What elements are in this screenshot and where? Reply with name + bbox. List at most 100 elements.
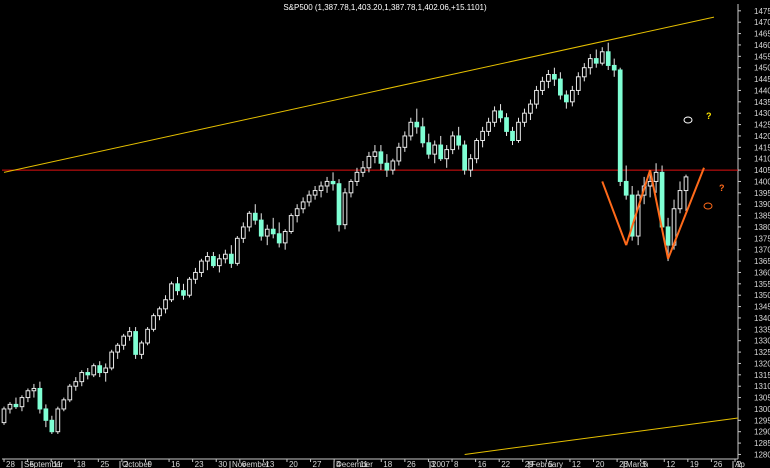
candle-body [342,192,348,226]
candle-body [605,51,611,66]
candle-body [246,212,252,228]
candle-body [240,226,246,239]
candle-body [193,271,198,280]
candle-body [97,365,103,374]
y-tick-label: 1450 [754,64,770,73]
candle-body [217,258,222,267]
candle-body [534,89,539,105]
candle-body [121,335,127,346]
y-tick-label: 1370 [754,246,770,255]
x-tick-label: 27 [313,460,322,468]
candle-body [336,183,342,226]
candle-body [306,194,312,203]
candle-body [145,328,150,344]
y-tick-label: 1325 [754,348,770,357]
candle-body [55,408,61,433]
candle-body [426,142,432,155]
candle-body [438,144,444,160]
candle-body [504,117,509,132]
candle-body [563,94,569,103]
candle-body [276,233,282,244]
candle-body [665,226,671,246]
month-label: September [24,460,63,468]
candle-body [402,135,408,148]
candle-body [366,155,372,169]
candle-body [91,365,97,376]
x-tick-label: 16 [171,460,180,468]
x-tick-label: 12 [572,460,581,468]
y-tick-label: 1430 [754,109,770,118]
annotation-circle-orange [703,202,713,210]
candle-body [480,130,485,141]
x-tick-label: 20 [596,460,605,468]
y-tick-label: 1390 [754,200,770,209]
candle-body [474,140,479,160]
candle-body [43,408,49,421]
x-tick-label: 23 [195,460,204,468]
y-tick-label: 1335 [754,325,770,334]
candle-body [73,381,79,387]
candle-body [390,160,396,171]
candle-body [396,146,402,162]
candle-body [552,74,557,80]
candle-body [13,403,19,408]
y-tick-label: 1280 [754,450,770,459]
y-tick-label: 1320 [754,359,770,368]
candle-body [157,308,162,317]
y-tick-label: 1345 [754,303,770,312]
candle-body [181,290,186,296]
candle-body [372,151,378,157]
candle-body [599,51,605,64]
candle-body [175,283,180,292]
x-tick-label: 16 [478,460,487,468]
question-mark-yellow: ? [706,111,712,121]
y-tick-label: 1295 [754,416,770,425]
candle-body [31,387,37,392]
candle-body [318,185,324,192]
candle-body [581,67,587,78]
candle-body [330,180,336,185]
candle-body [282,231,288,244]
x-tick-label: 26 [713,460,722,468]
y-tick-label: 1285 [754,439,770,448]
candle-body [587,58,593,69]
y-tick-label: 1380 [754,223,770,232]
y-tick-label: 1405 [754,166,770,175]
candle-body [19,397,25,408]
candle-body [450,135,456,151]
candle-body [528,103,533,114]
candle-body [677,190,683,210]
x-tick-label: 19 [690,460,699,468]
candle-body [408,121,414,137]
candle-body [540,80,545,91]
y-tick-label: 1290 [754,428,770,437]
candle-body [462,144,468,171]
month-label: 2007 [432,460,450,468]
candle-body [163,299,168,310]
channel-lower-line [464,417,739,455]
candle-body [354,171,360,182]
y-tick-label: 1400 [754,177,770,186]
candlestick-chart: S&P500 (1,387.78,1,403.20,1,387.78,1,402… [1,3,770,468]
month-label: February [531,460,563,468]
candle-body [324,180,330,187]
candle-body [294,208,300,217]
candle-body [498,110,503,119]
y-tick-label: 1315 [754,371,770,380]
y-tick-label: 1355 [754,280,770,289]
annotation-circle-white [683,116,693,124]
candle-body [187,278,192,296]
candle-body [234,237,240,264]
candle-body [151,315,156,330]
y-tick-label: 1385 [754,212,770,221]
candle-body [432,144,438,155]
y-tick-label: 1455 [754,52,770,61]
candle-body [522,112,527,123]
candle-body [444,149,450,160]
candle-body [611,64,617,71]
candle-body [133,331,138,355]
candle-body [61,399,67,410]
candle-body [270,228,276,235]
x-tick-label: 18 [77,460,86,468]
y-tick-label: 1340 [754,314,770,323]
